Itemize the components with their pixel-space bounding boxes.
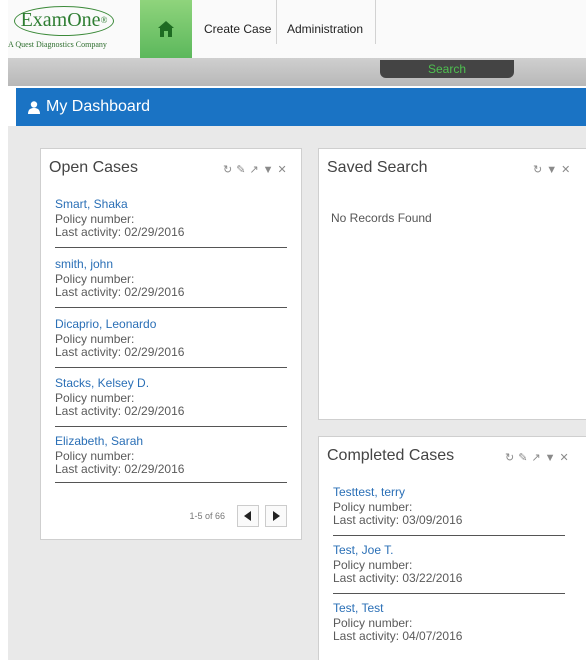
divider	[55, 482, 287, 483]
search-tab[interactable]: Search	[380, 60, 514, 78]
expand-icon[interactable]: ↗	[531, 451, 541, 464]
dashboard-title: My Dashboard	[46, 98, 151, 115]
user-icon	[28, 100, 40, 114]
list-item[interactable]: Dicaprio, Leonardo Policy number: Last a…	[55, 317, 287, 368]
collapse-icon[interactable]: ▼	[545, 452, 557, 464]
refresh-icon[interactable]: ↻	[223, 163, 233, 176]
last-activity: Last activity: 02/29/2016	[55, 404, 185, 418]
nav-create-case[interactable]: Create Case	[204, 0, 271, 44]
nav-administration[interactable]: Administration	[276, 0, 377, 44]
home-button[interactable]	[140, 0, 192, 58]
home-icon	[158, 21, 174, 37]
open-cases-panel: Open Cases ↻ ✎ ↗ ▼ ✕ Smart, Shaka Policy…	[40, 148, 302, 540]
case-name-link[interactable]: Test, Joe T.	[333, 543, 565, 559]
panel-tools: ↻ ▼ ✕	[533, 163, 571, 177]
list-item[interactable]: Test, Joe T. Policy number: Last activit…	[333, 543, 565, 594]
collapse-icon[interactable]: ▼	[263, 164, 275, 176]
close-icon[interactable]: ✕	[278, 163, 288, 176]
case-name-link[interactable]: Elizabeth, Sarah	[55, 434, 287, 450]
expand-icon[interactable]: ↗	[249, 163, 259, 176]
saved-search-panel: Saved Search ↻ ▼ ✕ No Records Found	[318, 148, 586, 420]
case-name-link[interactable]: Dicaprio, Leonardo	[55, 317, 287, 333]
divider	[333, 535, 565, 536]
divider	[55, 247, 287, 248]
last-activity: Last activity: 02/29/2016	[55, 285, 185, 299]
panel-tools: ↻ ✎ ↗ ▼ ✕	[223, 163, 288, 177]
last-activity: Last activity: 02/29/2016	[55, 345, 185, 359]
pagination: 1-5 of 66	[189, 505, 287, 527]
logo-tagline: A Quest Diagnostics Company	[8, 40, 107, 49]
prev-page-button[interactable]	[237, 505, 259, 527]
panel-title: Open Cases	[49, 159, 138, 176]
list-item[interactable]: Smart, Shaka Policy number: Last activit…	[55, 197, 287, 248]
divider	[55, 307, 287, 308]
collapse-icon[interactable]: ▼	[546, 164, 558, 176]
list-item[interactable]: smith, john Policy number: Last activity…	[55, 257, 287, 308]
case-name-link[interactable]: Stacks, Kelsey D.	[55, 376, 287, 392]
last-activity: Last activity: 03/22/2016	[333, 571, 463, 585]
panel-title: Saved Search	[327, 159, 428, 176]
case-name-link[interactable]: Testtest, terry	[333, 485, 565, 501]
refresh-icon[interactable]: ↻	[505, 451, 515, 464]
close-icon[interactable]: ✕	[560, 451, 570, 464]
list-item[interactable]: Test, Test Policy number: Last activity:…	[333, 601, 565, 643]
edit-icon[interactable]: ✎	[236, 163, 246, 176]
pager-range: 1-5 of 66	[189, 511, 225, 521]
case-name-link[interactable]: Test, Test	[333, 601, 565, 617]
list-item[interactable]: Testtest, terry Policy number: Last acti…	[333, 485, 565, 536]
panel-tools: ↻ ✎ ↗ ▼ ✕	[505, 451, 570, 465]
examone-logo[interactable]: ExamOne® A Quest Diagnostics Company	[8, 6, 126, 52]
completed-cases-panel: Completed Cases ↻ ✎ ↗ ▼ ✕ Testtest, terr…	[318, 436, 586, 660]
logo-wordmark: ExamOne®	[14, 6, 114, 36]
case-name-link[interactable]: smith, john	[55, 257, 287, 273]
case-name-link[interactable]: Smart, Shaka	[55, 197, 287, 213]
refresh-icon[interactable]: ↻	[533, 163, 543, 176]
last-activity: Last activity: 02/29/2016	[55, 225, 185, 239]
divider	[55, 426, 287, 427]
divider	[55, 367, 287, 368]
last-activity: Last activity: 03/09/2016	[333, 513, 463, 527]
panel-title: Completed Cases	[327, 447, 455, 464]
divider	[333, 593, 565, 594]
empty-state-text: No Records Found	[331, 211, 432, 225]
close-icon[interactable]: ✕	[561, 163, 571, 176]
next-page-button[interactable]	[265, 505, 287, 527]
dashboard-header: My Dashboard	[16, 88, 586, 126]
edit-icon[interactable]: ✎	[518, 451, 528, 464]
last-activity: Last activity: 04/07/2016	[333, 629, 463, 643]
arrow-left-icon	[244, 511, 251, 521]
app-frame: ExamOne® A Quest Diagnostics Company Cre…	[8, 0, 586, 660]
last-activity: Last activity: 02/29/2016	[55, 462, 185, 476]
list-item[interactable]: Elizabeth, Sarah Policy number: Last act…	[55, 434, 287, 483]
list-item[interactable]: Stacks, Kelsey D. Policy number: Last ac…	[55, 376, 287, 427]
top-nav-bar: ExamOne® A Quest Diagnostics Company Cre…	[8, 0, 586, 59]
arrow-right-icon	[273, 511, 280, 521]
